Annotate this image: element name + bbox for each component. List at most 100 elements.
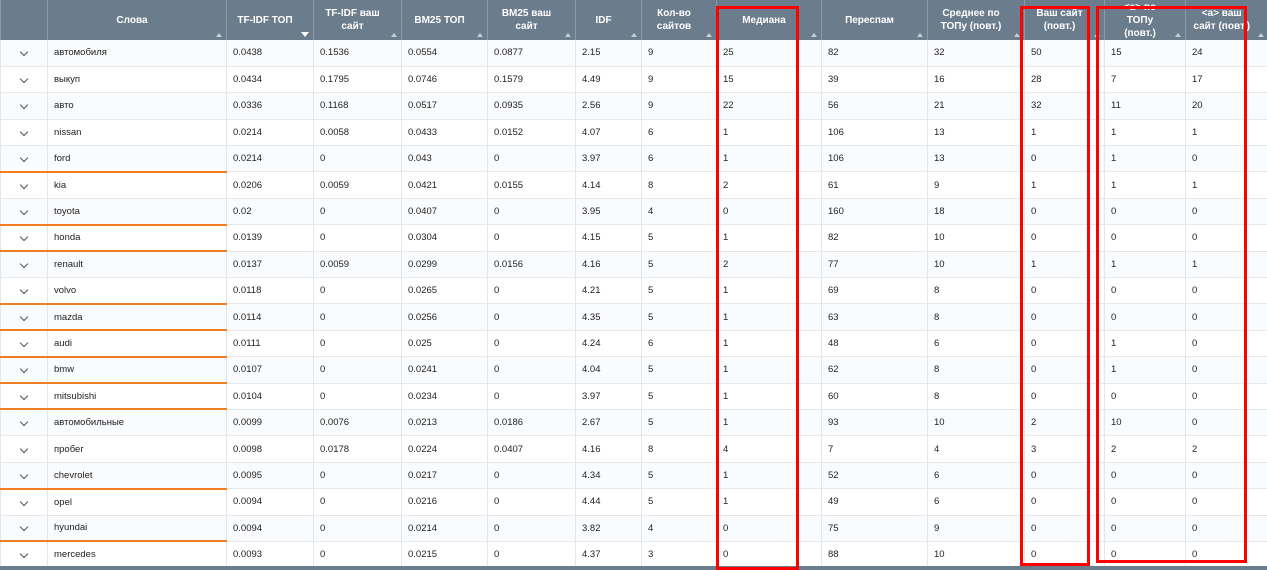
- expand-row-button[interactable]: [0, 92, 48, 120]
- cell-sites: 4: [641, 198, 717, 226]
- expand-row-button[interactable]: [0, 303, 48, 332]
- cell-spam: 77: [821, 251, 928, 279]
- table-footer-bar: [0, 566, 1267, 570]
- cell-idf: 4.14: [575, 171, 642, 199]
- column-header-spam[interactable]: Переспам: [821, 0, 928, 40]
- cell-tfidf_top: 0.0214: [226, 145, 314, 173]
- chevron-down-icon: [19, 153, 29, 163]
- expand-row-button[interactable]: [0, 251, 48, 279]
- sort-icon[interactable]: [631, 33, 637, 37]
- column-header-sites[interactable]: Кол-во сайтов: [641, 0, 717, 40]
- chevron-down-icon: [19, 74, 29, 84]
- column-header-tfidf_top[interactable]: TF-IDF ТОП: [226, 0, 314, 40]
- column-header-expand[interactable]: [0, 0, 48, 40]
- cell-avg_top: 9: [927, 515, 1025, 542]
- expand-row-button[interactable]: [0, 515, 48, 543]
- cell-tfidf_top: 0.0093: [226, 541, 314, 569]
- expand-row-button[interactable]: [0, 409, 48, 437]
- cell-bm25_site: 0: [487, 224, 576, 252]
- chevron-down-icon: [19, 418, 29, 427]
- cell-sites: 5: [641, 277, 717, 305]
- cell-bm25_site: 0: [487, 462, 576, 490]
- cell-bm25_top: 0.0554: [401, 40, 488, 67]
- cell-avg_top: 10: [927, 409, 1025, 437]
- cell-bm25_top: 0.025: [401, 330, 488, 358]
- cell-word: пробег: [47, 435, 227, 463]
- cell-word: автомобильные: [47, 409, 227, 437]
- cell-idf: 4.04: [575, 356, 642, 384]
- expand-row-button[interactable]: [0, 277, 48, 305]
- column-header-avg_top[interactable]: Среднее по ТОПу (повт.): [927, 0, 1025, 40]
- expand-row-button[interactable]: [0, 145, 48, 173]
- sort-icon[interactable]: [1257, 33, 1264, 37]
- cell-idf: 4.35: [575, 303, 642, 331]
- chevron-down-icon: [19, 444, 29, 453]
- cell-avg_top: 6: [927, 330, 1025, 358]
- expand-row-button[interactable]: [0, 198, 48, 226]
- cell-avg_top: 16: [927, 66, 1025, 94]
- cell-bm25_top: 0.0213: [401, 409, 488, 437]
- cell-word: audi: [47, 330, 227, 358]
- cell-word: авто: [47, 92, 227, 120]
- expand-row-button[interactable]: [0, 119, 48, 147]
- column-header-word[interactable]: Слова: [47, 0, 227, 40]
- cell-spam: 48: [821, 330, 928, 358]
- cell-sites: 8: [641, 171, 717, 199]
- expand-row-button[interactable]: [0, 40, 48, 67]
- expand-row-button[interactable]: [0, 488, 48, 516]
- cell-tfidf_site: 0: [313, 303, 402, 331]
- cell-tfidf_site: 0: [313, 330, 402, 358]
- column-header-bm25_top[interactable]: BM25 ТОП: [401, 0, 488, 40]
- cell-idf: 3.95: [575, 198, 642, 226]
- column-header-label: Переспам: [845, 14, 894, 26]
- expand-row-button[interactable]: [0, 356, 48, 385]
- expand-row-button[interactable]: [0, 66, 48, 94]
- cell-idf: 2.56: [575, 92, 642, 120]
- cell-avg_top: 18: [927, 198, 1025, 226]
- cell-bm25_top: 0.0265: [401, 277, 488, 305]
- sort-icon[interactable]: [477, 33, 483, 37]
- cell-spam: 75: [821, 515, 928, 542]
- cell-tfidf_top: 0.0094: [226, 515, 314, 542]
- cell-sites: 9: [641, 66, 717, 94]
- sort-icon[interactable]: [565, 33, 571, 37]
- sort-icon[interactable]: [216, 33, 222, 37]
- expand-row-button[interactable]: [0, 224, 48, 253]
- expand-row-button[interactable]: [0, 383, 48, 411]
- sort-desc-icon[interactable]: [301, 32, 309, 37]
- cell-sites: 5: [641, 224, 717, 252]
- cell-avg_top: 9: [927, 171, 1025, 199]
- chevron-down-icon: [19, 180, 29, 190]
- cell-bm25_top: 0.0241: [401, 356, 488, 384]
- column-header-bm25_site[interactable]: BM25 ваш сайт: [487, 0, 576, 40]
- expand-row-button[interactable]: [0, 462, 48, 490]
- cell-avg_top: 4: [927, 435, 1025, 463]
- chevron-down-icon: [19, 497, 29, 506]
- cell-bm25_site: 0: [487, 515, 576, 542]
- cell-tfidf_top: 0.0107: [226, 356, 314, 384]
- cell-avg_top: 8: [927, 383, 1025, 410]
- cell-bm25_top: 0.0517: [401, 92, 488, 120]
- column-header-tfidf_site[interactable]: TF-IDF ваш сайт: [313, 0, 402, 40]
- expand-row-button[interactable]: [0, 435, 48, 463]
- column-header-label: Среднее по ТОПу (повт.): [940, 8, 1002, 32]
- sort-icon[interactable]: [811, 33, 817, 37]
- cell-tfidf_top: 0.0098: [226, 435, 314, 463]
- cell-word: mitsubishi: [47, 383, 227, 411]
- expand-row-button[interactable]: [0, 171, 48, 199]
- sort-icon[interactable]: [917, 33, 923, 37]
- chevron-down-icon: [19, 48, 29, 57]
- sort-icon[interactable]: [706, 33, 712, 37]
- sort-icon[interactable]: [391, 33, 397, 37]
- cell-avg_top: 8: [927, 277, 1025, 305]
- cell-avg_top: 21: [927, 92, 1025, 120]
- cell-tfidf_site: 0: [313, 541, 402, 569]
- expand-row-button[interactable]: [0, 330, 48, 358]
- cell-tfidf_top: 0.0214: [226, 119, 314, 147]
- cell-sites: 5: [641, 356, 717, 384]
- cell-tfidf_top: 0.0114: [226, 303, 314, 331]
- column-header-idf[interactable]: IDF: [575, 0, 642, 40]
- cell-spam: 69: [821, 277, 928, 305]
- cell-tfidf_top: 0.0336: [226, 92, 314, 120]
- expand-row-button[interactable]: [0, 541, 48, 569]
